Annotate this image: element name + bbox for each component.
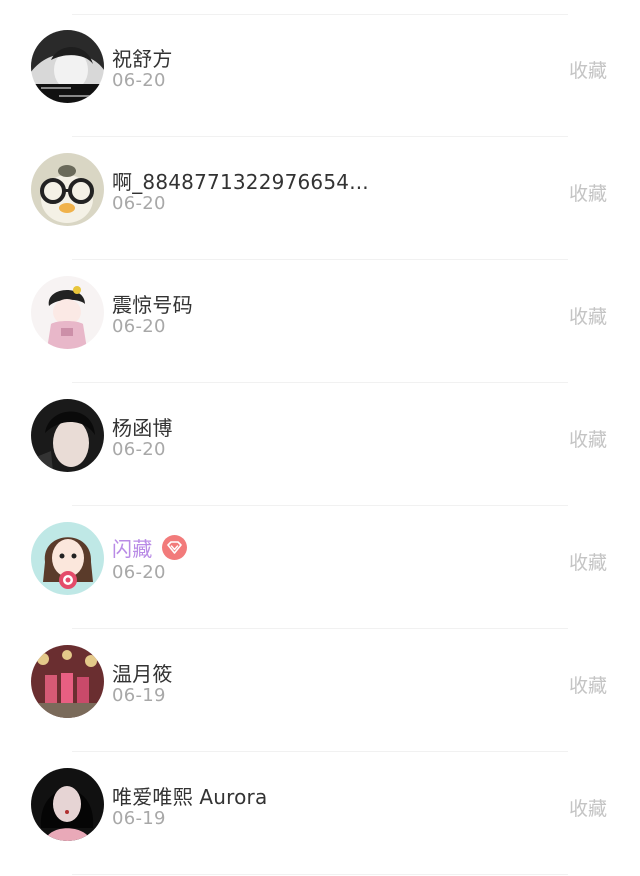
avatar[interactable] xyxy=(31,645,104,718)
avatar-image xyxy=(31,645,104,718)
avatar[interactable] xyxy=(31,153,104,226)
date-label: 06-19 xyxy=(112,685,166,706)
avatar-image xyxy=(31,399,104,472)
user-name[interactable]: 闪藏 xyxy=(112,533,152,562)
user-name[interactable]: 温月筱 xyxy=(112,658,173,687)
avatar-image xyxy=(31,768,104,841)
avatar[interactable] xyxy=(31,399,104,472)
collect-button[interactable]: 收藏 xyxy=(569,548,607,575)
avatar[interactable] xyxy=(31,522,104,595)
avatar-image xyxy=(31,30,104,103)
date-label: 06-20 xyxy=(112,70,166,91)
vip-badge xyxy=(162,535,188,560)
avatar[interactable] xyxy=(31,768,104,841)
divider xyxy=(72,874,568,875)
date-label: 06-20 xyxy=(112,562,166,583)
user-name[interactable]: 震惊号码 xyxy=(112,289,193,318)
user-list: 祝舒方 06-20 收藏 啊_8848771322976654... 06-20… xyxy=(0,0,640,876)
avatar-image xyxy=(31,153,104,226)
user-name[interactable]: 啊_8848771322976654... xyxy=(112,166,369,195)
list-item[interactable]: 啊_8848771322976654... 06-20 收藏 xyxy=(0,137,640,259)
avatar-image xyxy=(31,522,104,595)
date-label: 06-20 xyxy=(112,193,166,214)
date-label: 06-20 xyxy=(112,316,166,337)
collect-button[interactable]: 收藏 xyxy=(569,179,607,206)
list-item[interactable]: 杨函博 06-20 收藏 xyxy=(0,383,640,505)
avatar-image xyxy=(31,276,104,349)
collect-button[interactable]: 收藏 xyxy=(569,794,607,821)
avatar[interactable] xyxy=(31,30,104,103)
collect-button[interactable]: 收藏 xyxy=(569,56,607,83)
list-item[interactable]: 唯爱唯熙 Aurora 06-19 收藏 xyxy=(0,752,640,874)
collect-button[interactable]: 收藏 xyxy=(569,671,607,698)
list-item[interactable]: 温月筱 06-19 收藏 xyxy=(0,629,640,751)
user-name[interactable]: 唯爱唯熙 Aurora xyxy=(112,781,267,810)
collect-button[interactable]: 收藏 xyxy=(569,302,607,329)
collect-button[interactable]: 收藏 xyxy=(569,425,607,452)
list-item[interactable]: 闪藏 06-20 收藏 xyxy=(0,506,640,628)
user-name[interactable]: 杨函博 xyxy=(112,412,173,441)
list-item[interactable]: 祝舒方 06-20 收藏 xyxy=(0,14,640,136)
diamond-icon xyxy=(167,541,183,554)
avatar[interactable] xyxy=(31,276,104,349)
date-label: 06-19 xyxy=(112,808,166,829)
date-label: 06-20 xyxy=(112,439,166,460)
user-name[interactable]: 祝舒方 xyxy=(112,43,173,72)
list-item[interactable]: 震惊号码 06-20 收藏 xyxy=(0,260,640,382)
